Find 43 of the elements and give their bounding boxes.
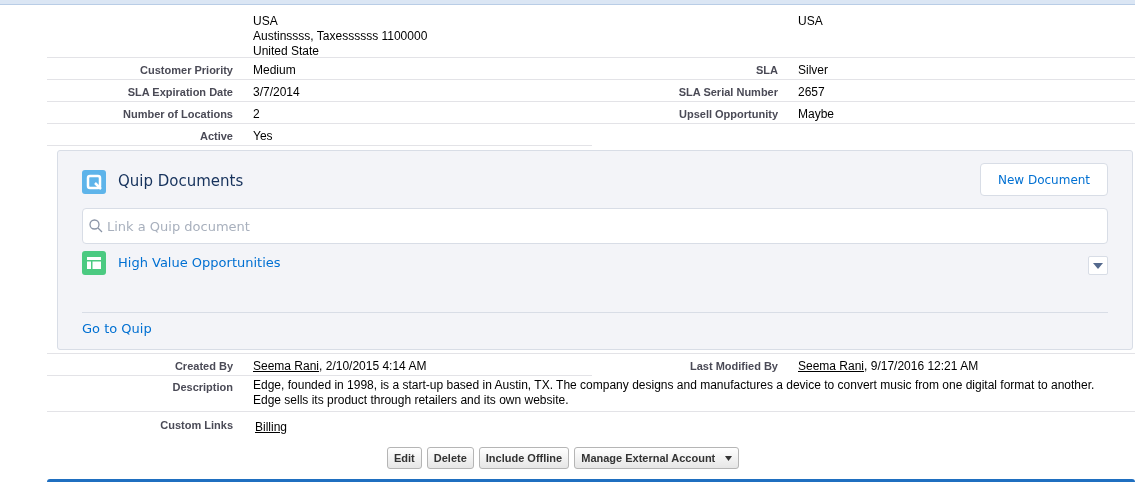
field-label: Created By [174, 360, 233, 372]
action-button[interactable]: Include Offline [478, 447, 570, 469]
field-label: SLA Serial Number [678, 86, 778, 98]
action-button[interactable]: Delete [426, 447, 474, 469]
field-label: Custom Links [160, 419, 233, 431]
field-value: Silver [798, 63, 828, 77]
search-field[interactable]: Link a Quip document [82, 208, 1108, 244]
field-value: Medium [253, 63, 296, 77]
caret-icon [725, 455, 733, 461]
spreadsheet-icon [82, 250, 106, 275]
field-label: Active [199, 130, 233, 142]
field-value: , 9/17/2016 12:21 AM [864, 359, 979, 373]
address-line: Austinssss, Taxessssss 1100000 [253, 29, 429, 44]
field-value: Yes [253, 129, 273, 143]
field-label: Description [172, 381, 233, 393]
field-label: SLA Expiration Date [127, 86, 233, 98]
field-label: Upsell Opportunity [679, 108, 778, 120]
field-value: 2657 [798, 85, 825, 99]
field-label: Last Modified By [690, 360, 778, 372]
field-value: , 2/10/2015 4:14 AM [319, 359, 427, 373]
user-link[interactable]: Seema Rani [253, 359, 320, 373]
action-button[interactable]: Manage External Account [574, 447, 740, 469]
quip-logo-icon [82, 169, 106, 194]
field-label: Number of Locations [123, 108, 233, 120]
description-text: Edge, founded in 1998, is a start-up based in Austin, TX. The company designs and manufactures a device to convert music from one digital format to another. Edge sells its product through retailers and its own website. [253, 378, 1095, 407]
custom-link[interactable]: Billing [255, 420, 287, 434]
address-line: United State [253, 44, 321, 59]
search-icon [89, 219, 103, 233]
action-button[interactable]: Edit [387, 447, 422, 469]
document-link[interactable]: High Value Opportunities [118, 252, 281, 273]
field-value: 2 [253, 107, 260, 121]
panel-title: Quip Documents [118, 171, 244, 193]
dropdown-button[interactable] [1088, 256, 1108, 275]
caret-icon [1093, 262, 1103, 269]
new-document-button[interactable]: New Document [980, 163, 1108, 196]
user-link[interactable]: Seema Rani [798, 359, 865, 373]
field-label: Customer Priority [140, 64, 233, 76]
field-label: SLA [756, 64, 778, 76]
go-to-quip-link[interactable]: Go to Quip [82, 321, 152, 336]
address-line: USA [253, 14, 279, 29]
field-value: 3/7/2014 [253, 85, 300, 99]
field-value: Maybe [798, 107, 835, 121]
address-line: USA [798, 14, 824, 29]
